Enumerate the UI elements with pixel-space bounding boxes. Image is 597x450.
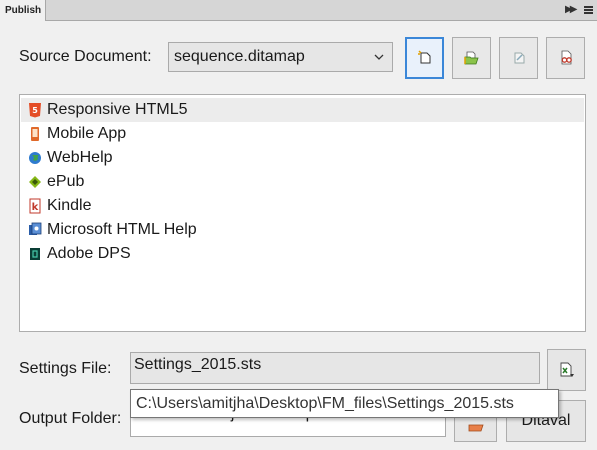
open-folder-icon: [463, 51, 479, 65]
list-item-label: Adobe DPS: [47, 245, 131, 262]
list-item-label: ePub: [47, 173, 85, 190]
list-item-responsive-html5[interactable]: 5 Responsive HTML5: [21, 98, 584, 122]
list-item-adobe-dps[interactable]: Adobe DPS: [21, 242, 584, 266]
list-item-label: WebHelp: [47, 149, 113, 166]
glasses-icon: [561, 50, 572, 65]
settings-file-value: Settings_2015.sts: [134, 356, 262, 373]
list-item-epub[interactable]: ePub: [21, 170, 584, 194]
edit-settings-button[interactable]: [499, 37, 538, 79]
html-help-icon: [28, 222, 42, 238]
panel-options[interactable]: ▶▶: [565, 3, 593, 17]
list-item-label: Responsive HTML5: [47, 101, 188, 118]
output-format-list[interactable]: 5 Responsive HTML5 Mobile App WebHelp eP…: [19, 94, 586, 332]
list-item-label: Mobile App: [47, 125, 127, 142]
webhelp-globe-icon: [28, 150, 42, 166]
settings-file-label: Settings File:: [19, 360, 112, 377]
chevron-down-icon: [374, 54, 384, 60]
html5-icon: 5: [28, 102, 42, 118]
svg-text:5: 5: [32, 106, 38, 115]
list-item-microsoft-html-help[interactable]: Microsoft HTML Help: [21, 218, 584, 242]
list-item-webhelp[interactable]: WebHelp: [21, 146, 584, 170]
settings-path-tooltip: C:\Users\amitjha\Desktop\FM_files\Settin…: [130, 389, 559, 418]
settings-file-field[interactable]: Settings_2015.sts: [130, 352, 540, 384]
new-settings-button[interactable]: [405, 37, 444, 79]
new-settings-icon: [417, 50, 430, 64]
browse-settings-button[interactable]: [547, 349, 586, 391]
epub-icon: [28, 174, 42, 190]
list-item-label: Microsoft HTML Help: [47, 221, 197, 238]
adobe-dps-icon: [28, 246, 42, 262]
panel-menu-icon[interactable]: [584, 6, 593, 14]
output-folder-label: Output Folder:: [19, 410, 122, 427]
list-item-kindle[interactable]: k Kindle: [21, 194, 584, 218]
source-document-value: sequence.ditamap: [174, 48, 305, 65]
source-document-select[interactable]: sequence.ditamap: [168, 42, 393, 72]
list-item-label: Kindle: [47, 197, 92, 214]
list-item-mobile-app[interactable]: Mobile App: [21, 122, 584, 146]
panel-tab-publish[interactable]: Publish: [0, 0, 46, 21]
edit-settings-icon: [514, 52, 524, 64]
settings-file-picker-icon: [560, 362, 574, 377]
preview-settings-button[interactable]: [546, 37, 585, 79]
source-document-label: Source Document:: [19, 48, 152, 65]
open-settings-button[interactable]: [452, 37, 491, 79]
kindle-icon: k: [28, 198, 42, 214]
mobile-app-icon: [28, 126, 42, 142]
panel-header: Publish ▶▶: [0, 0, 597, 21]
svg-text:k: k: [32, 202, 39, 213]
collapse-arrows-icon[interactable]: ▶▶: [565, 3, 578, 17]
